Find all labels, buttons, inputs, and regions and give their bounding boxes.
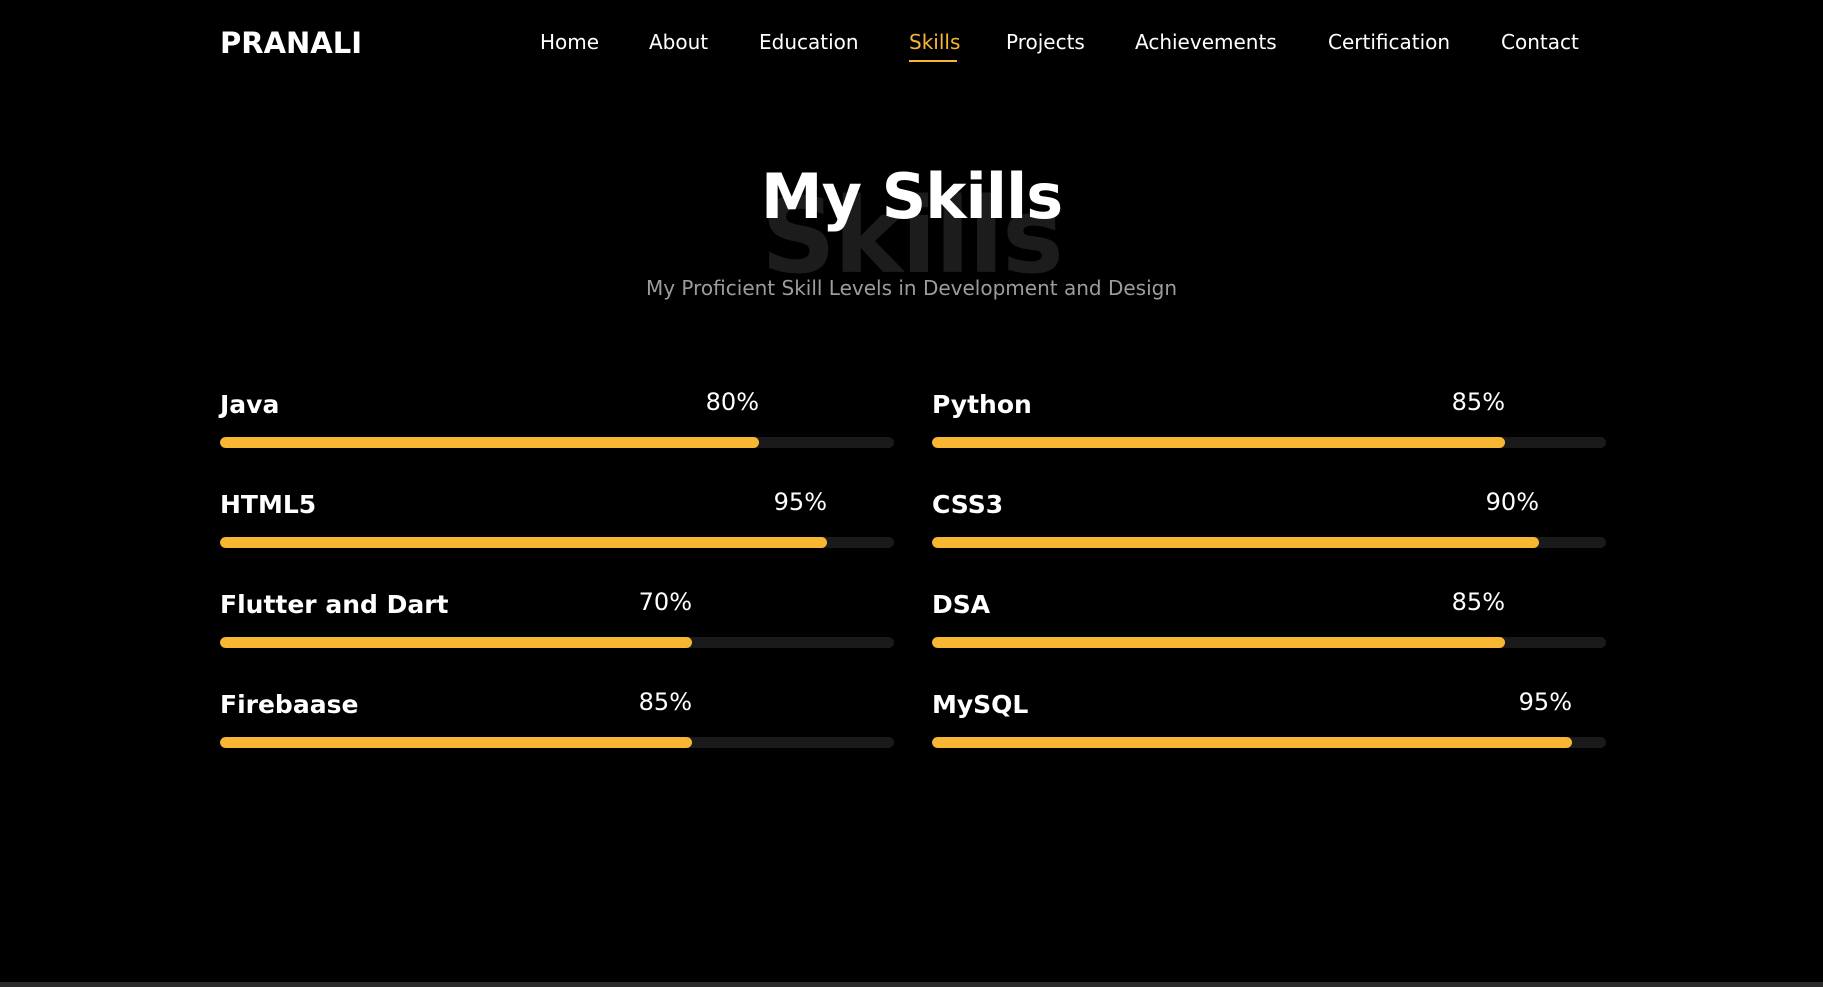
skill-progress-fill [932, 537, 1539, 548]
skill-item: MySQL 95% [932, 685, 1606, 755]
nav-link-education[interactable]: Education [759, 30, 859, 54]
skill-progress-fill [220, 737, 692, 748]
skill-name: Firebaase [220, 690, 359, 719]
skill-progress-track [220, 737, 894, 748]
skill-name: DSA [932, 590, 991, 619]
nav-link-projects[interactable]: Projects [1006, 30, 1085, 54]
skill-item: HTML5 95% [220, 485, 894, 555]
skill-percent-label: 90% [1485, 488, 1539, 516]
skill-percent-label: 85% [638, 688, 692, 716]
skill-name: Python [932, 390, 1032, 419]
skill-progress-track [932, 737, 1606, 748]
section-header: Skills My Skills My Proficient Skill Lev… [0, 150, 1823, 310]
skill-name: MySQL [932, 690, 1029, 719]
skill-name: CSS3 [932, 490, 1004, 519]
skill-progress-track [220, 637, 894, 648]
nav-link-about[interactable]: About [649, 30, 708, 54]
skill-percent-label: 95% [1518, 688, 1572, 716]
skill-name: HTML5 [220, 490, 317, 519]
skill-progress-fill [220, 437, 759, 448]
skill-progress-track [220, 437, 894, 448]
nav-active-underline [909, 60, 957, 62]
skill-name: Flutter and Dart [220, 590, 449, 619]
skill-progress-fill [220, 637, 692, 648]
nav-link-home[interactable]: Home [540, 30, 599, 54]
skill-item: DSA 85% [932, 585, 1606, 655]
navbar: PRANALI Home About Education Skills Proj… [0, 0, 1823, 86]
skills-page: PRANALI Home About Education Skills Proj… [0, 0, 1823, 987]
skill-progress-track [220, 537, 894, 548]
skill-percent-label: 95% [773, 488, 827, 516]
nav-link-certification[interactable]: Certification [1328, 30, 1450, 54]
skill-item: Flutter and Dart 70% [220, 585, 894, 655]
skill-percent-label: 85% [1451, 588, 1505, 616]
skill-progress-fill [220, 537, 827, 548]
page-bottom-divider [0, 982, 1823, 987]
skill-progress-track [932, 537, 1606, 548]
skill-progress-fill [932, 437, 1505, 448]
skill-progress-track [932, 437, 1606, 448]
page-subtitle: My Proficient Skill Levels in Developmen… [645, 276, 1177, 300]
skill-item: CSS3 90% [932, 485, 1606, 555]
page-title: My Skills [760, 160, 1063, 233]
skill-progress-track [932, 637, 1606, 648]
skill-percent-label: 80% [705, 388, 759, 416]
skill-item: Java 80% [220, 385, 894, 455]
skill-percent-label: 85% [1451, 388, 1505, 416]
nav-link-skills[interactable]: Skills [909, 30, 960, 54]
skill-progress-fill [932, 737, 1572, 748]
skill-item: Python 85% [932, 385, 1606, 455]
nav-link-contact[interactable]: Contact [1501, 30, 1579, 54]
nav-link-achievements[interactable]: Achievements [1135, 30, 1277, 54]
nav-menu: Home About Education Skills Projects Ach… [0, 0, 1823, 86]
skill-progress-fill [932, 637, 1505, 648]
skill-name: Java [220, 390, 280, 419]
skill-item: Firebaase 85% [220, 685, 894, 755]
skill-percent-label: 70% [638, 588, 692, 616]
